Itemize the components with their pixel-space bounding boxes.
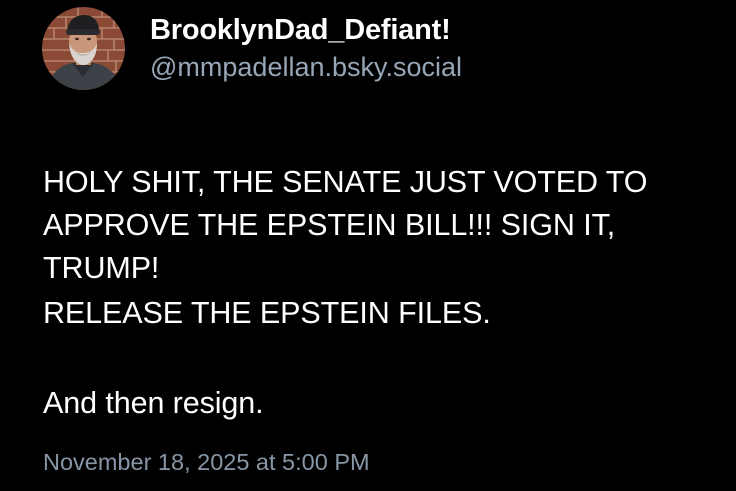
post-header: BrooklynDad_Defiant! @mmpadellan.bsky.so… bbox=[42, 6, 462, 90]
post-timestamp[interactable]: November 18, 2025 at 5:00 PM bbox=[43, 446, 370, 478]
post-paragraph: And then resign. bbox=[43, 386, 264, 420]
avatar-icon bbox=[42, 6, 125, 90]
post-paragraph: RELEASE THE EPSTEIN FILES. bbox=[43, 296, 491, 330]
author-handle[interactable]: @mmpadellan.bsky.social bbox=[150, 50, 462, 84]
author-display-name[interactable]: BrooklynDad_Defiant! bbox=[150, 12, 462, 48]
avatar[interactable] bbox=[42, 6, 125, 90]
post-thread-item: BrooklynDad_Defiant! @mmpadellan.bsky.so… bbox=[0, 0, 736, 491]
author-names: BrooklynDad_Defiant! @mmpadellan.bsky.so… bbox=[150, 12, 462, 84]
post-paragraph: HOLY SHIT, THE SENATE JUST VOTED TO APPR… bbox=[43, 165, 648, 285]
post-text: HOLY SHIT, THE SENATE JUST VOTED TO APPR… bbox=[43, 118, 733, 420]
